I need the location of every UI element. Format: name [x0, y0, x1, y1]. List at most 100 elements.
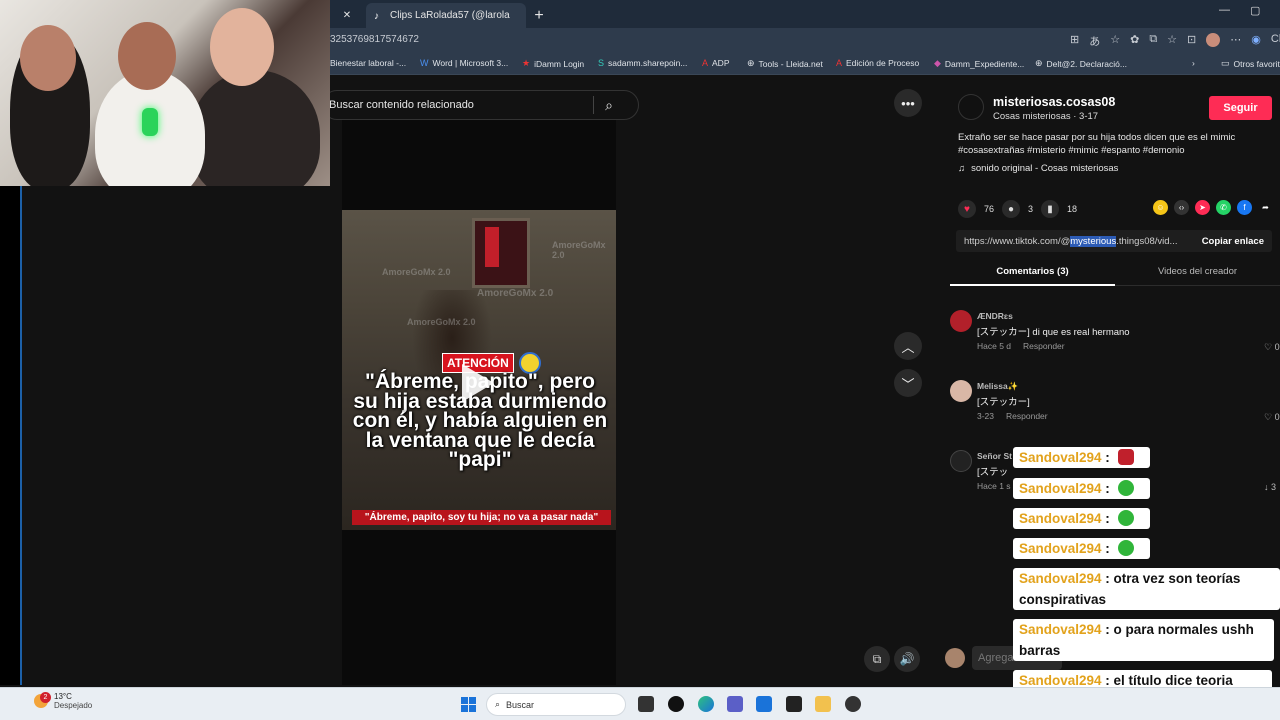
windows-start-icon[interactable]: [461, 697, 476, 712]
comment-like[interactable]: ♡ 0: [1264, 342, 1280, 353]
file-explorer-icon[interactable]: [815, 696, 831, 712]
adp-icon: A: [836, 58, 843, 68]
edge-app-icon[interactable]: [698, 696, 714, 712]
bookmark-item[interactable]: A Edición de Proceso: [836, 58, 919, 68]
globe-icon: ⊕: [1035, 58, 1043, 68]
apps-icon[interactable]: ⊞: [1070, 33, 1079, 49]
avatar[interactable]: [950, 450, 972, 472]
author-avatar[interactable]: [958, 94, 984, 120]
follow-button[interactable]: Seguir: [1209, 96, 1272, 120]
play-icon[interactable]: [462, 364, 494, 402]
share-arrow-icon[interactable]: ➦: [1258, 200, 1273, 215]
copilot-icon[interactable]: ◉: [1251, 33, 1261, 49]
bookmark-icon[interactable]: ▮: [1041, 200, 1060, 218]
notification-badge: 2: [40, 692, 51, 703]
tab-comments[interactable]: Comentarios (3): [950, 266, 1115, 277]
collections-icon[interactable]: ⊡: [1187, 33, 1196, 49]
webcam-person-head: [20, 25, 76, 91]
mini-player-icon: ⧉: [872, 651, 882, 666]
tab-close-previous[interactable]: ✕: [330, 3, 364, 28]
bookmark-item[interactable]: Bienestar laboral -...: [330, 58, 406, 68]
bookmark-folder[interactable]: ▭ Otros favorit: [1221, 58, 1280, 69]
chat-separator: :: [1101, 622, 1114, 637]
comment-user[interactable]: Señor St: [977, 451, 1012, 461]
obs-app-icon[interactable]: [845, 696, 861, 712]
extensions-icon[interactable]: ✿: [1130, 33, 1139, 49]
star-add-icon[interactable]: ☆: [1110, 33, 1120, 49]
author-username[interactable]: misteriosas.cosas08: [993, 95, 1115, 109]
chat-message: Sandoval294 :: [1013, 538, 1150, 559]
facebook-icon[interactable]: f: [1237, 200, 1252, 215]
bookmark-item[interactable]: ★ iDamm Login: [522, 58, 584, 69]
store-app-icon[interactable]: [756, 696, 772, 712]
translate-icon[interactable]: あ: [1089, 33, 1100, 49]
search-input[interactable]: [323, 99, 593, 111]
music-row[interactable]: ♫ sonido original - Cosas misteriosas: [958, 163, 1118, 174]
taskbar-search[interactable]: ⌕ Buscar: [486, 693, 626, 716]
webcam-person-head: [118, 22, 176, 90]
comment-text: [ステッカー] di que es real hermano: [977, 327, 1130, 338]
profile-avatar[interactable]: [1206, 33, 1221, 47]
new-tab-button[interactable]: +: [530, 3, 548, 28]
comment-like[interactable]: ♡ 0: [1264, 412, 1280, 423]
tab-creator-videos[interactable]: Videos del creador: [1115, 266, 1280, 277]
app-icon[interactable]: [786, 696, 802, 712]
copy-link-button[interactable]: Copiar enlace: [1202, 236, 1264, 247]
minimize-icon[interactable]: —: [1219, 4, 1230, 16]
avatar[interactable]: [950, 310, 972, 332]
avatar[interactable]: [950, 380, 972, 402]
chat-separator: :: [1101, 450, 1114, 465]
chat-message: Sandoval294 : o para normales ushh barra…: [1013, 619, 1274, 661]
diamond-icon: ◆: [934, 58, 941, 68]
search-icon: ⌕: [495, 699, 501, 709]
comment-meta: Hace 5 d Responder: [977, 341, 1065, 351]
close-icon[interactable]: ✕: [343, 10, 351, 21]
next-video-button[interactable]: ﹀: [894, 369, 922, 397]
sharepoint-icon: S: [598, 58, 605, 68]
embed-icon[interactable]: ‹›: [1174, 200, 1189, 215]
adp-icon: A: [702, 58, 709, 68]
chat-username: Sandoval294: [1019, 450, 1102, 465]
emoji-icon[interactable]: ☺: [1153, 200, 1168, 215]
bookmark-item[interactable]: ⊕ Delt@2. Declaració...: [1035, 58, 1127, 69]
volume-button[interactable]: 🔊: [894, 646, 920, 672]
comment-user[interactable]: ÆNDRɛs: [977, 311, 1013, 321]
watermark: AmoreGoMx 2.0: [552, 240, 606, 260]
task-view-icon[interactable]: [638, 696, 654, 712]
bookmarks-overflow-icon[interactable]: ›: [1192, 58, 1195, 68]
bookmark-item[interactable]: Ssadamm.sharepoin...: [598, 58, 687, 68]
heart-icon[interactable]: ♥: [958, 200, 976, 218]
left-edge-strip: [0, 185, 22, 685]
more-icon[interactable]: ⋯: [1230, 33, 1241, 49]
tab-active[interactable]: ♪ Clips LaRolada57 (@larolada57) | T: [366, 3, 526, 28]
search-icon[interactable]: ⌕: [594, 97, 624, 114]
reply-button[interactable]: Responder: [1006, 411, 1048, 421]
tiktok-app-icon[interactable]: [668, 696, 684, 712]
more-icon: •••: [901, 95, 915, 111]
whatsapp-icon[interactable]: ✆: [1216, 200, 1231, 215]
comment-like-count: 0: [1274, 412, 1280, 422]
bookmark-item[interactable]: W Word | Microsoft 3...: [420, 58, 508, 68]
star-icon: ★: [522, 58, 531, 68]
reply-button[interactable]: Responder: [1023, 341, 1065, 351]
split-screen-icon[interactable]: ⧉: [1149, 33, 1157, 49]
favorites-icon[interactable]: ☆: [1167, 33, 1177, 49]
url-text[interactable]: 3253769817574672: [330, 34, 419, 45]
share-link-url[interactable]: https://www.tiktok.com/@mysterious.thing…: [964, 235, 1178, 247]
floating-player-button[interactable]: ⧉: [864, 646, 890, 672]
comment-icon[interactable]: ●: [1002, 200, 1021, 218]
more-options-button[interactable]: •••: [894, 89, 922, 117]
bookmark-item[interactable]: ⊕ Tools - Lleida.net: [747, 58, 823, 69]
copilot-label: Cl: [1270, 33, 1280, 45]
bookmark-item[interactable]: A ADP: [702, 58, 730, 68]
previous-video-button[interactable]: ︿: [894, 332, 922, 360]
maximize-icon[interactable]: ▢: [1250, 4, 1260, 17]
comment-like[interactable]: ↓ 3: [1264, 482, 1276, 492]
bookmark-item[interactable]: ◆ Damm_Expediente...: [934, 58, 1024, 69]
link-suffix: .things08/vid...: [1116, 235, 1178, 247]
teams-app-icon[interactable]: [727, 696, 743, 712]
chat-username: Sandoval294: [1019, 511, 1102, 526]
comment-user[interactable]: Melissa✨: [977, 381, 1018, 392]
send-icon[interactable]: ➤: [1195, 200, 1210, 215]
tab-title: Clips LaRolada57 (@larolada57) | T: [390, 10, 510, 21]
